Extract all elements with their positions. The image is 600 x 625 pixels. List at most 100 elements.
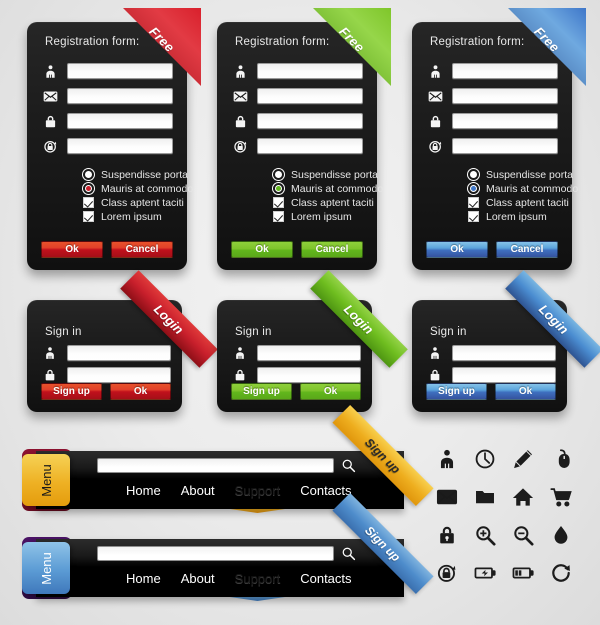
radio-option[interactable]: Mauris at commodo xyxy=(83,182,193,195)
text-field[interactable] xyxy=(67,113,173,129)
text-field[interactable] xyxy=(67,367,171,383)
checkbox[interactable] xyxy=(273,197,284,208)
sign-up-button[interactable]: Sign up xyxy=(426,383,487,400)
checkbox-option[interactable]: Lorem ipsum xyxy=(273,210,383,223)
ok-button[interactable]: Ok xyxy=(300,383,361,400)
nav-link-support[interactable]: Support xyxy=(224,568,291,601)
user-icon[interactable] xyxy=(430,440,464,478)
text-field[interactable] xyxy=(452,138,558,154)
sign-up-button[interactable]: Sign up xyxy=(41,383,102,400)
button-row: Sign up Ok xyxy=(231,383,361,400)
nav-link-contacts[interactable]: Contacts xyxy=(290,480,361,502)
text-field[interactable] xyxy=(257,63,363,79)
zoom-in-icon[interactable] xyxy=(468,516,502,554)
radio-option[interactable]: Mauris at commodo xyxy=(468,182,578,195)
input-row xyxy=(231,112,363,130)
nav-link-about[interactable]: About xyxy=(171,480,225,502)
ok-button[interactable]: Ok xyxy=(41,241,103,258)
checkbox-option[interactable]: Class aptent taciti xyxy=(273,196,383,209)
shopping-cart-icon[interactable] xyxy=(544,478,578,516)
radio-button[interactable] xyxy=(83,169,94,180)
droplet-icon[interactable] xyxy=(544,516,578,554)
radio-button[interactable] xyxy=(273,169,284,180)
ok-button[interactable]: Ok xyxy=(495,383,556,400)
reg-blue: Free Registration form: Suspendisse porta M… xyxy=(412,8,586,270)
search-icon[interactable] xyxy=(341,546,356,561)
nav-link-contacts[interactable]: Contacts xyxy=(290,568,361,590)
battery-charging-icon[interactable] xyxy=(468,554,502,592)
nav-link-home[interactable]: Home xyxy=(116,568,171,590)
menu-tab-label: Menu xyxy=(38,463,54,497)
search-input[interactable] xyxy=(97,458,334,473)
radio-option[interactable]: Suspendisse porta xyxy=(273,168,383,181)
nav-link-support[interactable]: Support xyxy=(224,480,291,513)
cancel-button[interactable]: Cancel xyxy=(496,241,558,258)
menu-tab[interactable]: Menu xyxy=(22,454,70,506)
checkbox-option[interactable]: Lorem ipsum xyxy=(83,210,193,223)
checkbox[interactable] xyxy=(83,211,94,222)
checkbox-option[interactable]: Lorem ipsum xyxy=(468,210,578,223)
folder-icon[interactable] xyxy=(468,478,502,516)
checkbox[interactable] xyxy=(273,211,284,222)
option-label: Lorem ipsum xyxy=(101,210,162,223)
input-row xyxy=(231,87,363,105)
sign-up-button[interactable]: Sign up xyxy=(231,383,292,400)
lock-refresh-icon xyxy=(41,137,59,155)
text-field[interactable] xyxy=(452,63,558,79)
text-field[interactable] xyxy=(452,88,558,104)
checkbox[interactable] xyxy=(468,197,479,208)
signin-blue: Login Sign in Sign up Ok xyxy=(412,270,600,412)
button-row: Ok Cancel xyxy=(41,241,173,258)
cancel-button[interactable]: Cancel xyxy=(111,241,173,258)
checkbox-option[interactable]: Class aptent taciti xyxy=(468,196,578,209)
lock-refresh-icon[interactable] xyxy=(430,554,464,592)
menubar-gold: Home About Support Contacts Menu Sign up xyxy=(18,404,434,520)
option-label: Lorem ipsum xyxy=(291,210,352,223)
text-field[interactable] xyxy=(257,138,363,154)
input-row xyxy=(41,87,173,105)
search-icon[interactable] xyxy=(341,458,356,473)
radio-button[interactable] xyxy=(273,183,284,194)
battery-half-icon[interactable] xyxy=(506,554,540,592)
text-field[interactable] xyxy=(257,88,363,104)
checkbox[interactable] xyxy=(83,197,94,208)
home-icon[interactable] xyxy=(506,478,540,516)
text-field[interactable] xyxy=(67,138,173,154)
envelope-icon[interactable] xyxy=(430,478,464,516)
button-row: Ok Cancel xyxy=(426,241,558,258)
text-field[interactable] xyxy=(67,63,173,79)
radio-option[interactable]: Mauris at commodo xyxy=(273,182,383,195)
text-field[interactable] xyxy=(67,345,171,361)
radio-option[interactable]: Suspendisse porta xyxy=(83,168,193,181)
menu-tab[interactable]: Menu xyxy=(22,542,70,594)
checkbox[interactable] xyxy=(468,211,479,222)
text-field[interactable] xyxy=(452,345,556,361)
lock-icon[interactable] xyxy=(430,516,464,554)
text-field[interactable] xyxy=(257,345,361,361)
ok-button[interactable]: Ok xyxy=(231,241,293,258)
user-icon xyxy=(231,62,249,80)
mouse-icon[interactable] xyxy=(544,440,578,478)
option-label: Mauris at commodo xyxy=(486,182,579,195)
cancel-button[interactable]: Cancel xyxy=(301,241,363,258)
zoom-out-icon[interactable] xyxy=(506,516,540,554)
radio-button[interactable] xyxy=(83,183,94,194)
search-input[interactable] xyxy=(97,546,334,561)
ok-button[interactable]: Ok xyxy=(110,383,171,400)
ok-button[interactable]: Ok xyxy=(426,241,488,258)
text-field[interactable] xyxy=(452,113,558,129)
text-field[interactable] xyxy=(67,88,173,104)
text-field[interactable] xyxy=(452,367,556,383)
checkbox-option[interactable]: Class aptent taciti xyxy=(83,196,193,209)
text-field[interactable] xyxy=(257,367,361,383)
reg-green: Free Registration form: Suspendisse porta M… xyxy=(217,8,391,270)
radio-button[interactable] xyxy=(468,183,479,194)
text-field[interactable] xyxy=(257,113,363,129)
radio-option[interactable]: Suspendisse porta xyxy=(468,168,578,181)
nav-link-home[interactable]: Home xyxy=(116,480,171,502)
clock-icon[interactable] xyxy=(468,440,502,478)
radio-button[interactable] xyxy=(468,169,479,180)
refresh-icon[interactable] xyxy=(544,554,578,592)
nav-link-about[interactable]: About xyxy=(171,568,225,590)
pencil-icon[interactable] xyxy=(506,440,540,478)
